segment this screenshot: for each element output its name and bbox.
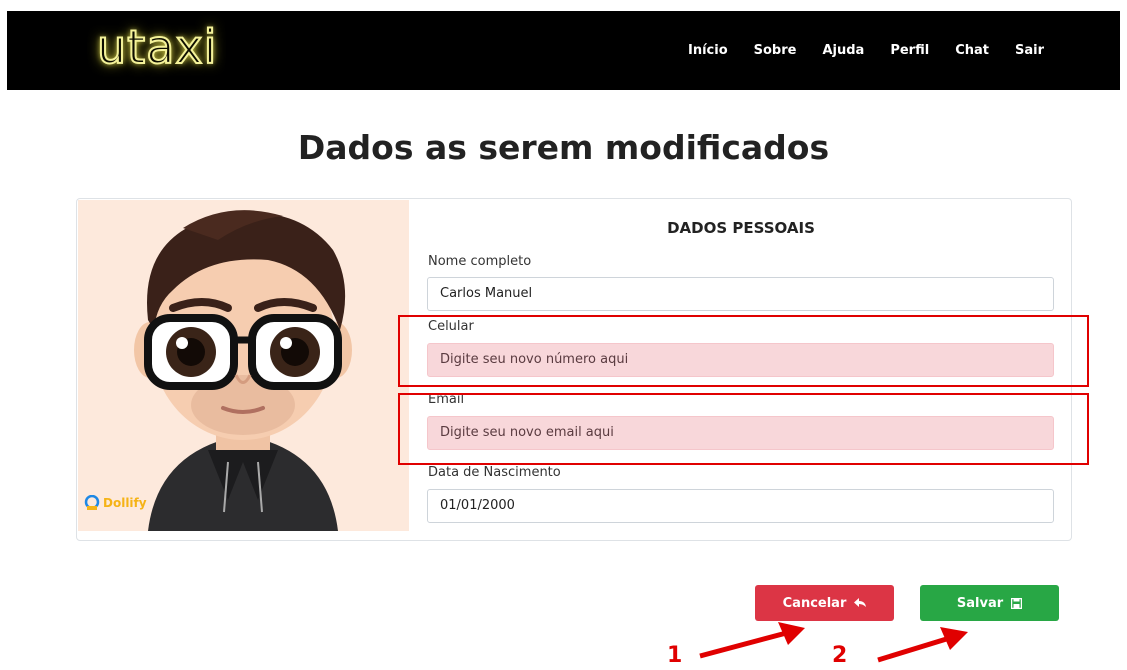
name-label: Nome completo <box>428 254 532 269</box>
nav-link-chat[interactable]: Chat <box>955 43 989 58</box>
reply-icon <box>854 598 867 607</box>
save-button-label: Salvar <box>956 595 1004 611</box>
cancel-button-label: Cancelar <box>782 595 847 611</box>
birth-label: Data de Nascimento <box>428 465 561 480</box>
navbar: utaxi Início Sobre Ajuda Perfil Chat Sai… <box>7 11 1120 90</box>
annotation-number-2: 2 <box>832 643 848 668</box>
floppy-disk-icon <box>1011 597 1023 609</box>
nav-link-inicio[interactable]: Início <box>688 43 728 58</box>
dollify-badge-label: Dollify <box>103 496 147 510</box>
nav-links: Início Sobre Ajuda Perfil Chat Sair <box>662 11 1044 90</box>
nav-link-sair[interactable]: Sair <box>1015 43 1044 58</box>
nav-link-sobre[interactable]: Sobre <box>754 43 797 58</box>
name-input[interactable]: Carlos Manuel <box>427 277 1054 311</box>
nav-link-perfil[interactable]: Perfil <box>890 43 929 58</box>
annotation-number-1: 1 <box>667 643 683 668</box>
page-title: Dados as serem modificados <box>297 128 830 167</box>
dollify-logo-icon <box>84 495 100 510</box>
avatar-illustration <box>134 210 352 531</box>
save-button[interactable]: Salvar <box>920 585 1059 621</box>
cancel-button[interactable]: Cancelar <box>755 585 894 621</box>
phone-highlight-box <box>398 315 1089 387</box>
dollify-badge: Dollify <box>84 495 147 511</box>
utaxi-logo[interactable]: utaxi <box>96 17 217 77</box>
section-title: DADOS PESSOAIS <box>667 219 815 237</box>
avatar: Dollify <box>78 200 409 531</box>
birth-input[interactable]: 01/01/2000 <box>427 489 1054 523</box>
arrow-1 <box>699 622 805 659</box>
email-highlight-box <box>398 393 1089 465</box>
arrow-2 <box>877 627 968 663</box>
nav-link-ajuda[interactable]: Ajuda <box>822 43 864 58</box>
